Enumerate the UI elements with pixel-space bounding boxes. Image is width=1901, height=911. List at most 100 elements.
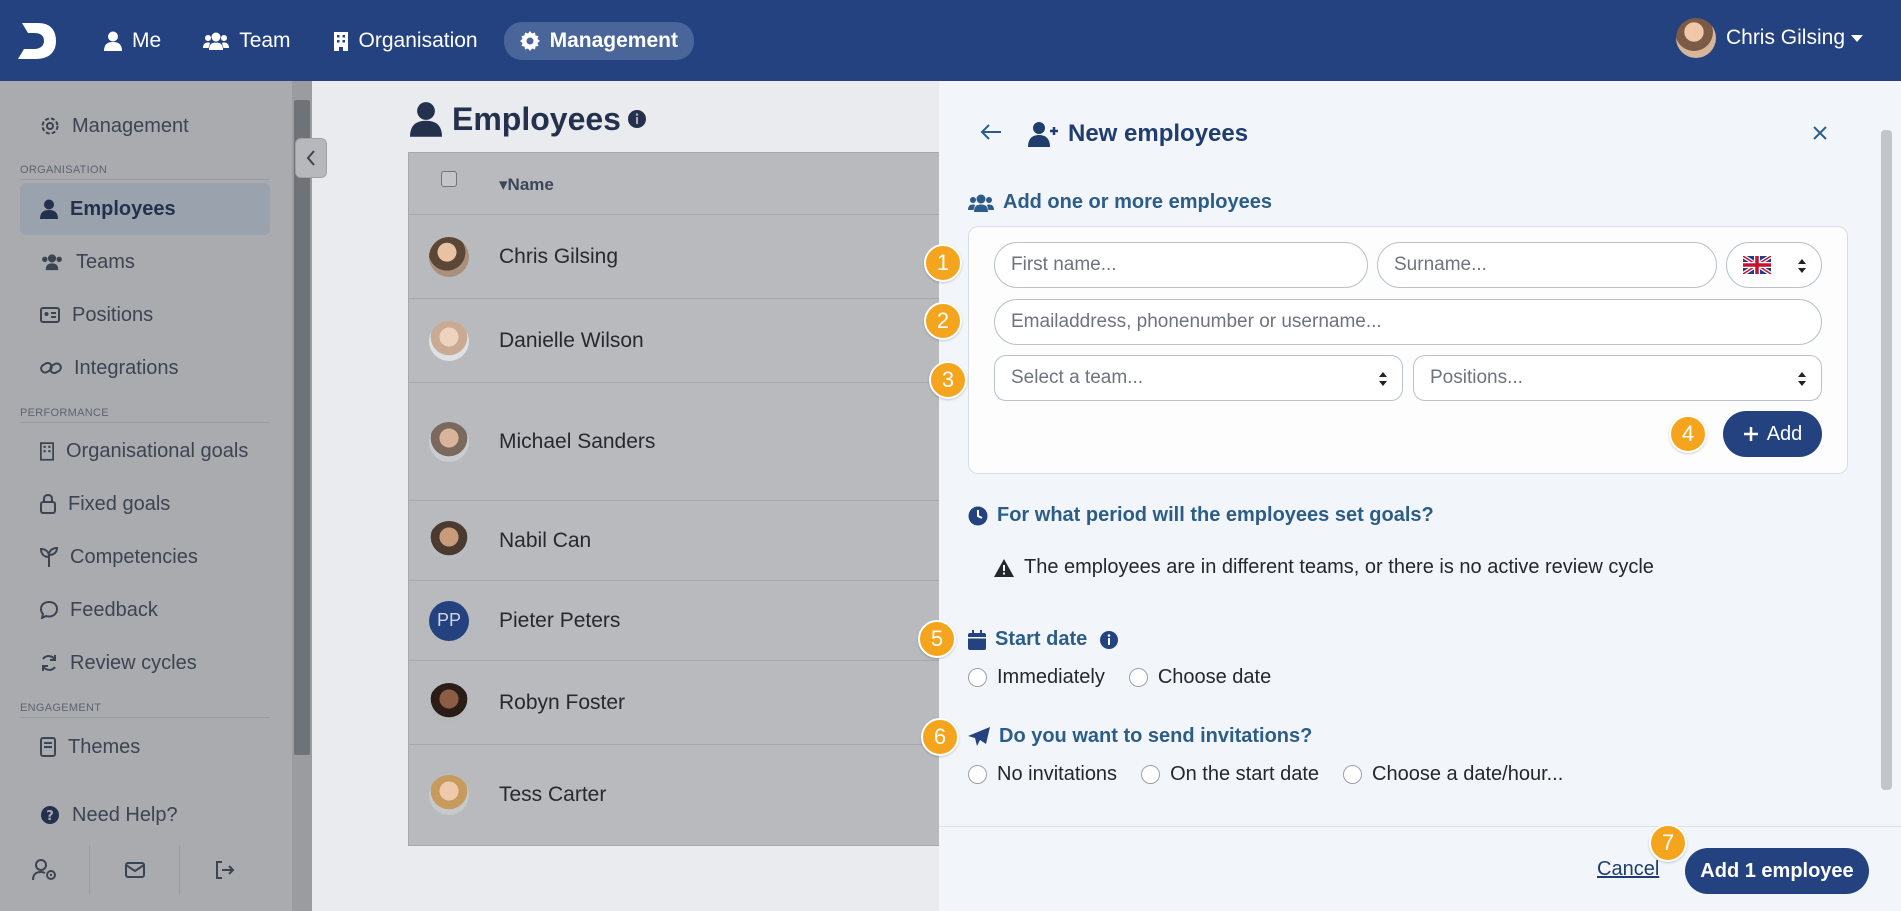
table-row[interactable]: Nabil Can	[409, 501, 949, 581]
panel-scrollbar[interactable]	[1878, 110, 1896, 825]
panel-title: New employees	[1028, 120, 1248, 148]
sidebar-item-label: Fixed goals	[68, 492, 171, 515]
add-button[interactable]: Add	[1723, 411, 1822, 457]
positions-select[interactable]: Positions...	[1413, 355, 1822, 401]
sidebar-scroll-thumb[interactable]	[294, 100, 310, 755]
close-icon	[1813, 126, 1827, 140]
table-row[interactable]: Chris Gilsing	[409, 215, 949, 299]
close-button[interactable]	[1812, 125, 1828, 146]
employee-name: Pieter Peters	[499, 608, 621, 632]
chevron-down-icon	[1851, 34, 1863, 42]
seedling-icon	[40, 547, 58, 567]
invitations-heading-text: Do you want to send invitations?	[999, 725, 1313, 747]
step-badge: 6	[921, 718, 959, 756]
add-employees-heading: Add one or more employees	[968, 191, 1272, 214]
invite-on-start-date-option[interactable]: On the start date	[1141, 763, 1319, 786]
email-placeholder: Emailaddress, phonenumber or username...	[1011, 311, 1382, 332]
sidebar-item-themes[interactable]: Themes	[20, 721, 270, 773]
nav-team[interactable]: Team	[187, 22, 306, 60]
top-navigation: Me Team Organisation Management Chris Gi…	[0, 0, 1901, 81]
app-logo[interactable]	[18, 19, 58, 63]
first-name-placeholder: First name...	[1011, 254, 1117, 275]
panel-scroll-thumb[interactable]	[1881, 130, 1892, 790]
sidebar-item-integrations[interactable]: Integrations	[20, 342, 270, 394]
table-row[interactable]: Tess Carter	[409, 745, 949, 845]
radio-button[interactable]	[1128, 668, 1148, 687]
sort-arrows-icon	[1798, 372, 1806, 386]
email-input[interactable]: Emailaddress, phonenumber or username...	[994, 299, 1822, 345]
user-settings-button[interactable]	[0, 845, 90, 895]
column-name-header[interactable]: ▾Name	[499, 175, 554, 195]
sidebar-item-label: Positions	[72, 303, 154, 326]
start-immediately-option[interactable]: Immediately	[968, 666, 1105, 689]
column-name-label: Name	[507, 175, 554, 194]
select-all-checkbox[interactable]	[441, 171, 457, 187]
start-date-heading: Start date	[968, 628, 1128, 651]
step-badge: 7	[1649, 824, 1687, 862]
start-choose-date-option[interactable]: Choose date	[1128, 666, 1272, 689]
table-row[interactable]: PP Pieter Peters	[409, 581, 949, 661]
option-label: Choose a date/hour...	[1372, 763, 1564, 785]
sidebar-footer	[0, 840, 292, 900]
language-select[interactable]	[1726, 242, 1822, 288]
plus-icon	[1743, 427, 1758, 441]
employees-table: ▾Name Chris Gilsing Danielle Wilson Mich…	[408, 152, 949, 846]
avatar	[429, 775, 469, 815]
radio-button[interactable]	[1343, 765, 1363, 784]
option-label: No invitations	[997, 763, 1118, 785]
table-row[interactable]: Danielle Wilson	[409, 299, 949, 383]
nav-team-label: Team	[239, 28, 291, 52]
svg-text:?: ?	[46, 809, 54, 824]
messages-button[interactable]	[90, 845, 180, 895]
avatar	[1675, 18, 1716, 58]
sidebar-item-fixed-goals[interactable]: Fixed goals	[20, 478, 270, 530]
sidebar-item-review-cycles[interactable]: Review cycles	[20, 637, 270, 689]
employee-name: Chris Gilsing	[499, 244, 619, 268]
page-title-text: Employees	[452, 100, 621, 137]
need-help-link[interactable]: ? Need Help?	[20, 789, 270, 841]
back-button[interactable]	[980, 123, 1002, 146]
user-icon	[40, 199, 58, 219]
radio-button[interactable]	[968, 765, 987, 784]
table-row[interactable]: Michael Sanders	[409, 383, 949, 501]
first-name-input[interactable]: First name...	[994, 242, 1368, 288]
id-card-icon	[40, 307, 60, 323]
nav-organisation[interactable]: Organisation	[317, 22, 494, 60]
calendar-icon	[968, 629, 986, 650]
info-icon[interactable]	[1099, 630, 1119, 650]
employee-name: Robyn Foster	[499, 690, 626, 714]
add-button-label: Add	[1766, 422, 1803, 445]
radio-button[interactable]	[968, 668, 987, 687]
user-menu[interactable]: Chris Gilsing	[1675, 18, 1863, 58]
need-help-label: Need Help?	[72, 803, 178, 826]
sidebar-item-employees[interactable]: Employees	[20, 183, 270, 235]
building-icon	[40, 442, 54, 461]
sidebar-item-teams[interactable]: Teams	[20, 236, 270, 288]
radio-button[interactable]	[1141, 765, 1161, 784]
table-row[interactable]: Robyn Foster	[409, 661, 949, 745]
info-icon[interactable]	[627, 109, 647, 129]
sidebar-item-competencies[interactable]: Competencies	[20, 531, 270, 583]
no-invitations-option[interactable]: No invitations	[968, 763, 1117, 786]
nav-management[interactable]: Management	[503, 21, 694, 60]
start-date-heading-text: Start date	[995, 628, 1088, 650]
team-select[interactable]: Select a team...	[994, 355, 1403, 401]
warning-text: The employees are in different teams, or…	[1024, 556, 1654, 578]
surname-input[interactable]: Surname...	[1377, 242, 1717, 288]
cancel-link[interactable]: Cancel	[1597, 858, 1659, 881]
option-label: Choose date	[1157, 666, 1272, 688]
sidebar-item-feedback[interactable]: Feedback	[20, 584, 270, 636]
sidebar-item-management[interactable]: Management	[20, 100, 270, 152]
sidebar-item-positions[interactable]: Positions	[20, 289, 270, 341]
employee-name: Michael Sanders	[499, 429, 656, 453]
add-employee-submit-button[interactable]: Add 1 employee	[1685, 848, 1869, 894]
invite-choose-date-option[interactable]: Choose a date/hour...	[1343, 763, 1563, 786]
collapse-sidebar-button[interactable]	[295, 138, 327, 178]
nav-me[interactable]: Me	[88, 22, 177, 60]
logout-button[interactable]	[180, 845, 270, 895]
sidebar-heading-organisation: ORGANISATION	[20, 164, 270, 180]
period-heading: For what period will the employees set g…	[968, 504, 1434, 527]
sidebar-item-label: Employees	[70, 197, 176, 220]
avatar	[429, 421, 469, 462]
sidebar-item-organisational-goals[interactable]: Organisational goals	[20, 425, 270, 477]
